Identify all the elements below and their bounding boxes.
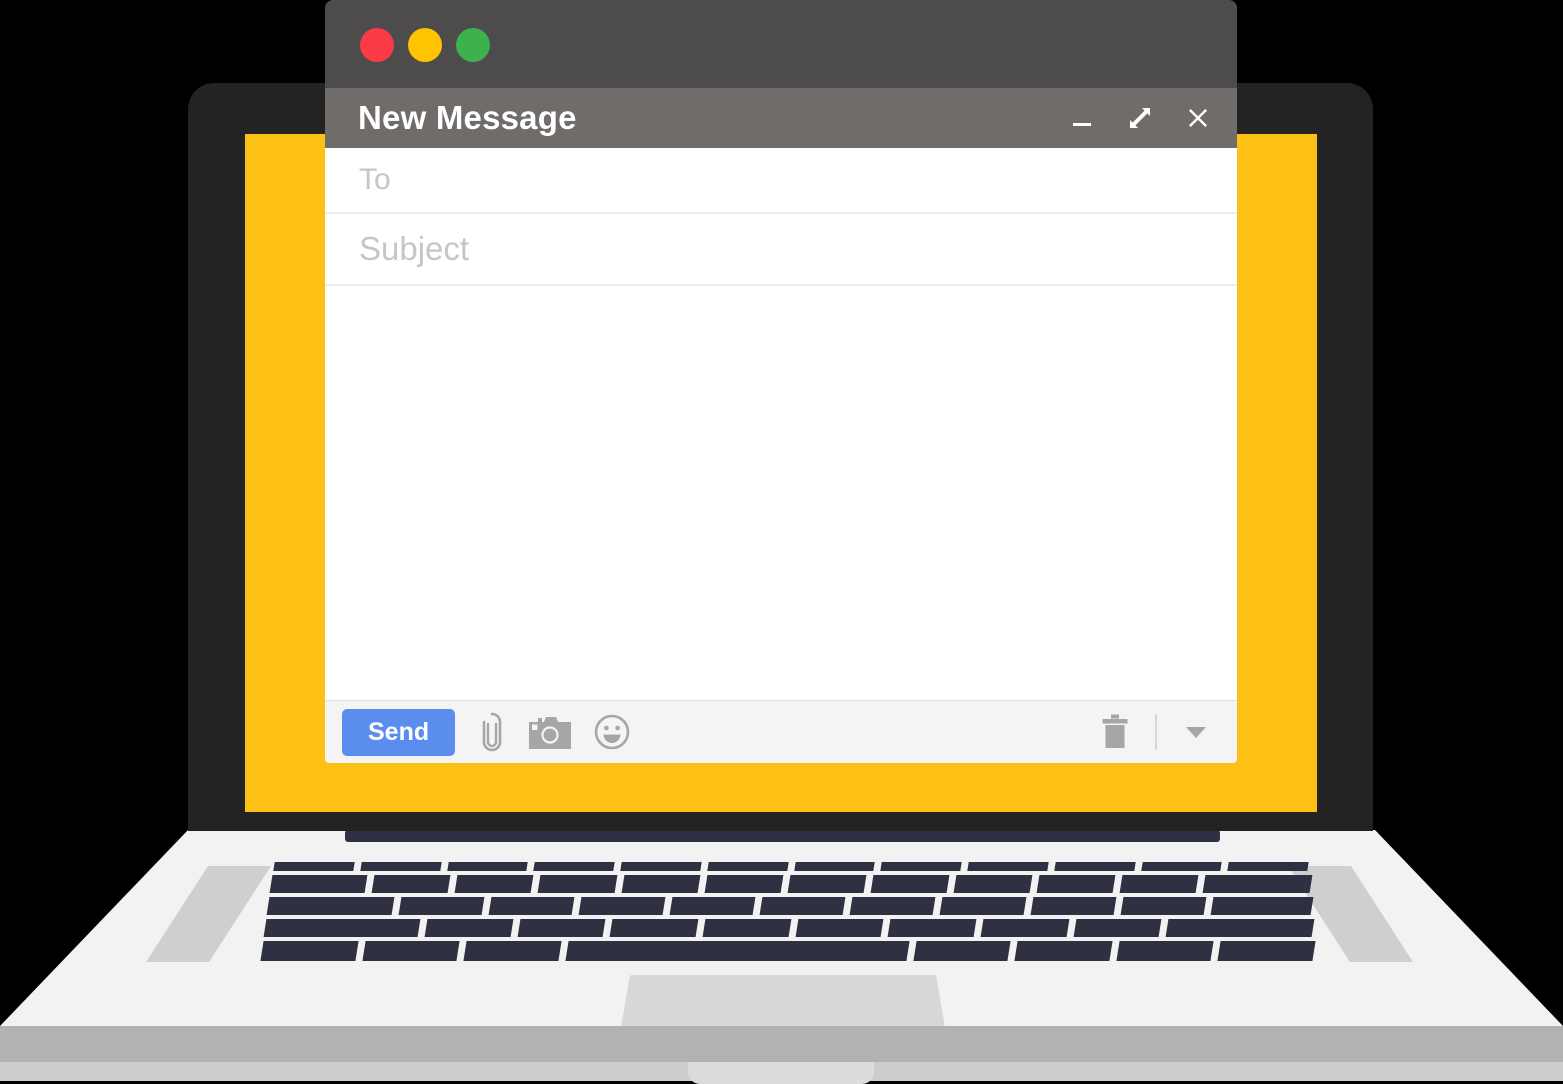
key[interactable] (1054, 862, 1136, 871)
minimize-icon[interactable] (1065, 101, 1099, 135)
key[interactable] (371, 875, 451, 893)
trackpad[interactable] (620, 975, 946, 1033)
to-field-placeholder: To (359, 163, 391, 196)
key[interactable] (398, 897, 485, 915)
key[interactable] (1014, 941, 1113, 961)
key[interactable] (533, 862, 615, 871)
key[interactable] (1119, 875, 1199, 893)
key[interactable] (362, 941, 460, 961)
key[interactable] (1030, 897, 1117, 915)
key[interactable] (787, 875, 867, 893)
window-controls (1065, 101, 1215, 135)
keyboard-row[interactable] (273, 862, 1309, 871)
keyboard[interactable] (260, 862, 1316, 972)
close-icon[interactable] (1181, 101, 1215, 135)
more-options-icon[interactable] (1183, 722, 1209, 742)
attach-icon[interactable] (477, 711, 507, 753)
compose-toolbar-right (1101, 714, 1209, 750)
key[interactable] (269, 875, 368, 893)
key[interactable] (1227, 862, 1309, 871)
key[interactable] (454, 875, 534, 893)
emoji-icon[interactable] (593, 713, 631, 751)
key[interactable] (263, 919, 421, 937)
key[interactable] (1120, 897, 1207, 915)
key[interactable] (880, 862, 962, 871)
key[interactable] (1217, 941, 1316, 961)
key[interactable] (1210, 897, 1314, 915)
key[interactable] (980, 919, 1070, 937)
key[interactable] (912, 941, 1011, 961)
key[interactable] (953, 875, 1033, 893)
key[interactable] (702, 919, 792, 937)
keyboard-row[interactable] (266, 897, 1314, 915)
window-title: New Message (358, 99, 577, 136)
key[interactable] (446, 862, 528, 871)
key[interactable] (424, 919, 514, 937)
key[interactable] (849, 897, 936, 915)
key[interactable] (1116, 941, 1214, 961)
screenshot-root: New Message To Subject Send (0, 0, 1563, 1084)
key[interactable] (888, 919, 977, 937)
key[interactable] (1202, 875, 1313, 893)
message-body-input[interactable] (325, 286, 1237, 700)
compose-toolbar: Send (325, 700, 1237, 763)
traffic-lights (360, 28, 490, 62)
key[interactable] (273, 862, 355, 871)
key[interactable] (1165, 919, 1315, 937)
key[interactable] (620, 862, 702, 871)
key[interactable] (967, 862, 1049, 871)
key[interactable] (621, 875, 701, 893)
key[interactable] (707, 862, 789, 871)
keyboard-row[interactable] (269, 875, 1313, 893)
key[interactable] (517, 919, 606, 937)
key[interactable] (1036, 875, 1116, 893)
key[interactable] (793, 862, 875, 871)
window-chrome-bar (325, 0, 1237, 88)
key[interactable] (759, 897, 846, 915)
to-field[interactable]: To (325, 148, 1237, 214)
key[interactable] (463, 941, 562, 961)
key[interactable] (870, 875, 950, 893)
send-button[interactable]: Send (342, 708, 456, 756)
traffic-light-maximize-icon[interactable] (456, 28, 490, 62)
key[interactable] (578, 897, 666, 915)
traffic-light-close-icon[interactable] (360, 28, 394, 62)
key[interactable] (537, 875, 617, 893)
key-space[interactable] (565, 941, 910, 961)
key[interactable] (610, 919, 699, 937)
key[interactable] (1140, 862, 1222, 871)
window-titlebar: New Message (325, 88, 1237, 148)
subject-field[interactable]: Subject (325, 214, 1237, 286)
laptop-hinge (345, 830, 1220, 842)
key[interactable] (669, 897, 756, 915)
compose-window: New Message To Subject Send (325, 0, 1237, 763)
key[interactable] (704, 875, 784, 893)
toolbar-divider (1155, 714, 1157, 750)
keyboard-row[interactable] (260, 941, 1316, 961)
traffic-light-minimize-icon[interactable] (408, 28, 442, 62)
key[interactable] (1073, 919, 1162, 937)
key[interactable] (939, 897, 1027, 915)
subject-field-placeholder: Subject (359, 230, 470, 267)
key[interactable] (360, 862, 442, 871)
key[interactable] (488, 897, 575, 915)
key[interactable] (795, 919, 884, 937)
keyboard-row[interactable] (263, 919, 1315, 937)
key[interactable] (266, 897, 395, 915)
key[interactable] (260, 941, 359, 961)
expand-icon[interactable] (1123, 101, 1157, 135)
camera-icon[interactable] (529, 715, 572, 749)
trash-icon[interactable] (1101, 714, 1129, 750)
laptop-front-edge (0, 1026, 1563, 1062)
